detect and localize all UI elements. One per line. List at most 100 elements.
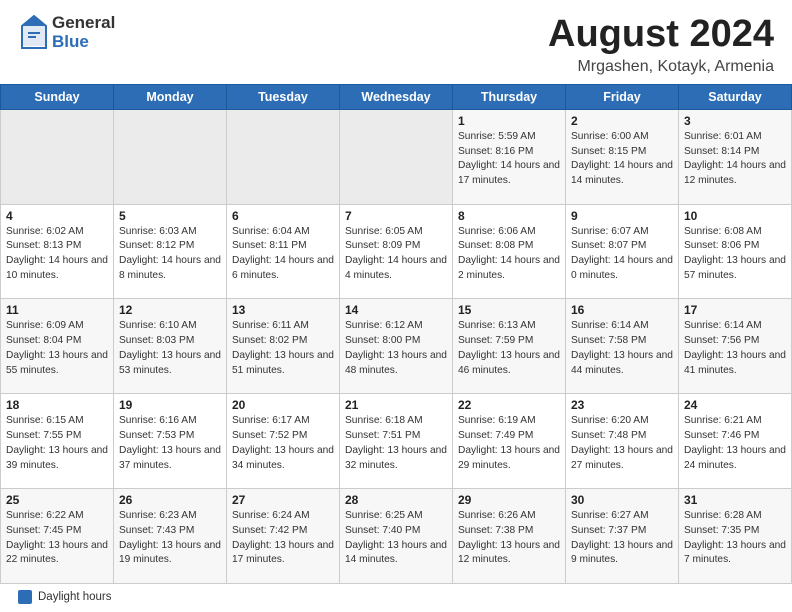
day-info: Sunrise: 6:01 AM Sunset: 8:14 PM Dayligh…: [684, 130, 786, 189]
calendar-header: SundayMondayTuesdayWednesdayThursdayFrid…: [1, 84, 792, 109]
calendar-week-row: 18 Sunrise: 6:15 AM Sunset: 7:55 PM Dayli…: [1, 394, 792, 489]
day-number: 26: [119, 493, 221, 507]
day-number: 5: [119, 209, 221, 223]
day-number: 1: [458, 114, 560, 128]
day-number: 23: [571, 398, 673, 412]
calendar-cell: 2Sunrise: 6:00 AM Sunset: 8:15 PM Daylig…: [566, 109, 679, 204]
day-of-week-header: Thursday: [453, 84, 566, 109]
day-number: 2: [571, 114, 673, 128]
day-number: 28: [345, 493, 447, 507]
calendar-cell: 1 Sunrise: 5:59 AM Sunset: 8:16 PM Daylig…: [453, 109, 566, 204]
location: Mrgashen, Kotayk, Armenia: [548, 58, 774, 76]
calendar-cell: 16 Sunrise: 6:14 AM Sunset: 7:58 PM Dayli…: [566, 299, 679, 394]
legend-color-box: [18, 590, 32, 604]
calendar-cell: 4 Sunrise: 6:02 AM Sunset: 8:13 PM Daylig…: [1, 204, 114, 299]
day-info: Sunrise: 6:07 AM Sunset: 8:07 PM Dayligh…: [571, 225, 673, 284]
day-info: Sunrise: 6:10 AM Sunset: 8:03 PM Dayligh…: [119, 319, 221, 378]
day-number: 20: [232, 398, 334, 412]
calendar-cell: 29Sunrise: 6:26 AM Sunset: 7:38 PM Dayli…: [453, 489, 566, 584]
logo-icon: [18, 14, 50, 52]
footer-legend-label: Daylight hours: [38, 591, 112, 603]
day-number: 19: [119, 398, 221, 412]
day-number: 15: [458, 303, 560, 317]
day-info: Sunrise: 6:22 AM Sunset: 7:45 PM Dayligh…: [6, 509, 108, 568]
day-number: 14: [345, 303, 447, 317]
day-number: 16: [571, 303, 673, 317]
day-number: 6: [232, 209, 334, 223]
calendar-cell: 7Sunrise: 6:05 AM Sunset: 8:09 PM Daylig…: [340, 204, 453, 299]
calendar-cell: [1, 109, 114, 204]
days-of-week-row: SundayMondayTuesdayWednesdayThursdayFrid…: [1, 84, 792, 109]
calendar-cell: 3 Sunrise: 6:01 AM Sunset: 8:14 PM Daylig…: [679, 109, 792, 204]
footer: Daylight hours: [0, 584, 792, 612]
day-number: 30: [571, 493, 673, 507]
day-info: Sunrise: 5:59 AM Sunset: 8:16 PM Dayligh…: [458, 130, 560, 189]
footer-legend: Daylight hours: [18, 590, 112, 604]
calendar-cell: 23 Sunrise: 6:20 AM Sunset: 7:48 PM Dayli…: [566, 394, 679, 489]
calendar-week-row: 1 Sunrise: 5:59 AM Sunset: 8:16 PM Daylig…: [1, 109, 792, 204]
day-number: 11: [6, 303, 108, 317]
header: General Blue August 2024 Mrgashen, Kotay…: [0, 0, 792, 84]
day-info: Sunrise: 6:15 AM Sunset: 7:55 PM Dayligh…: [6, 414, 108, 473]
day-number: 31: [684, 493, 786, 507]
calendar-body: 1 Sunrise: 5:59 AM Sunset: 8:16 PM Daylig…: [1, 109, 792, 583]
day-number: 27: [232, 493, 334, 507]
calendar-cell: 8 Sunrise: 6:06 AM Sunset: 8:08 PM Daylig…: [453, 204, 566, 299]
logo-blue-text: Blue: [52, 33, 115, 52]
day-info: Sunrise: 6:21 AM Sunset: 7:46 PM Dayligh…: [684, 414, 786, 473]
calendar-cell: 22Sunrise: 6:19 AM Sunset: 7:49 PM Dayli…: [453, 394, 566, 489]
calendar-cell: 20Sunrise: 6:17 AM Sunset: 7:52 PM Dayli…: [227, 394, 340, 489]
calendar-cell: 25Sunrise: 6:22 AM Sunset: 7:45 PM Dayli…: [1, 489, 114, 584]
day-info: Sunrise: 6:23 AM Sunset: 7:43 PM Dayligh…: [119, 509, 221, 568]
calendar-cell: [227, 109, 340, 204]
day-info: Sunrise: 6:18 AM Sunset: 7:51 PM Dayligh…: [345, 414, 447, 473]
calendar-cell: 6 Sunrise: 6:04 AM Sunset: 8:11 PM Daylig…: [227, 204, 340, 299]
calendar-cell: 13Sunrise: 6:11 AM Sunset: 8:02 PM Dayli…: [227, 299, 340, 394]
logo: General Blue: [18, 14, 115, 52]
calendar-cell: [340, 109, 453, 204]
calendar-cell: 18 Sunrise: 6:15 AM Sunset: 7:55 PM Dayli…: [1, 394, 114, 489]
day-info: Sunrise: 6:14 AM Sunset: 7:58 PM Dayligh…: [571, 319, 673, 378]
day-of-week-header: Wednesday: [340, 84, 453, 109]
calendar-week-row: 25Sunrise: 6:22 AM Sunset: 7:45 PM Dayli…: [1, 489, 792, 584]
day-number: 13: [232, 303, 334, 317]
day-info: Sunrise: 6:26 AM Sunset: 7:38 PM Dayligh…: [458, 509, 560, 568]
day-number: 12: [119, 303, 221, 317]
day-info: Sunrise: 6:28 AM Sunset: 7:35 PM Dayligh…: [684, 509, 786, 568]
day-info: Sunrise: 6:04 AM Sunset: 8:11 PM Dayligh…: [232, 225, 334, 284]
calendar-cell: 15Sunrise: 6:13 AM Sunset: 7:59 PM Dayli…: [453, 299, 566, 394]
day-info: Sunrise: 6:02 AM Sunset: 8:13 PM Dayligh…: [6, 225, 108, 284]
logo-text: General Blue: [52, 14, 115, 51]
day-number: 18: [6, 398, 108, 412]
logo-general-text: General: [52, 14, 115, 33]
calendar-cell: 28 Sunrise: 6:25 AM Sunset: 7:40 PM Dayli…: [340, 489, 453, 584]
day-info: Sunrise: 6:16 AM Sunset: 7:53 PM Dayligh…: [119, 414, 221, 473]
calendar-cell: 24Sunrise: 6:21 AM Sunset: 7:46 PM Dayli…: [679, 394, 792, 489]
calendar-cell: 26 Sunrise: 6:23 AM Sunset: 7:43 PM Dayli…: [114, 489, 227, 584]
page: General Blue August 2024 Mrgashen, Kotay…: [0, 0, 792, 612]
day-number: 7: [345, 209, 447, 223]
calendar-cell: 31 Sunrise: 6:28 AM Sunset: 7:35 PM Dayli…: [679, 489, 792, 584]
day-info: Sunrise: 6:20 AM Sunset: 7:48 PM Dayligh…: [571, 414, 673, 473]
day-info: Sunrise: 6:24 AM Sunset: 7:42 PM Dayligh…: [232, 509, 334, 568]
day-of-week-header: Monday: [114, 84, 227, 109]
calendar-cell: 9 Sunrise: 6:07 AM Sunset: 8:07 PM Daylig…: [566, 204, 679, 299]
day-info: Sunrise: 6:03 AM Sunset: 8:12 PM Dayligh…: [119, 225, 221, 284]
day-of-week-header: Tuesday: [227, 84, 340, 109]
calendar-cell: 21Sunrise: 6:18 AM Sunset: 7:51 PM Dayli…: [340, 394, 453, 489]
day-number: 3: [684, 114, 786, 128]
calendar-cell: 30Sunrise: 6:27 AM Sunset: 7:37 PM Dayli…: [566, 489, 679, 584]
day-info: Sunrise: 6:08 AM Sunset: 8:06 PM Dayligh…: [684, 225, 786, 284]
calendar-week-row: 4 Sunrise: 6:02 AM Sunset: 8:13 PM Daylig…: [1, 204, 792, 299]
day-info: Sunrise: 6:25 AM Sunset: 7:40 PM Dayligh…: [345, 509, 447, 568]
calendar-cell: 10Sunrise: 6:08 AM Sunset: 8:06 PM Dayli…: [679, 204, 792, 299]
calendar-cell: 12 Sunrise: 6:10 AM Sunset: 8:03 PM Dayli…: [114, 299, 227, 394]
day-number: 9: [571, 209, 673, 223]
day-number: 8: [458, 209, 560, 223]
day-number: 4: [6, 209, 108, 223]
calendar-cell: [114, 109, 227, 204]
day-info: Sunrise: 6:06 AM Sunset: 8:08 PM Dayligh…: [458, 225, 560, 284]
day-info: Sunrise: 6:19 AM Sunset: 7:49 PM Dayligh…: [458, 414, 560, 473]
month-title: August 2024: [548, 14, 774, 56]
calendar-cell: 17Sunrise: 6:14 AM Sunset: 7:56 PM Dayli…: [679, 299, 792, 394]
